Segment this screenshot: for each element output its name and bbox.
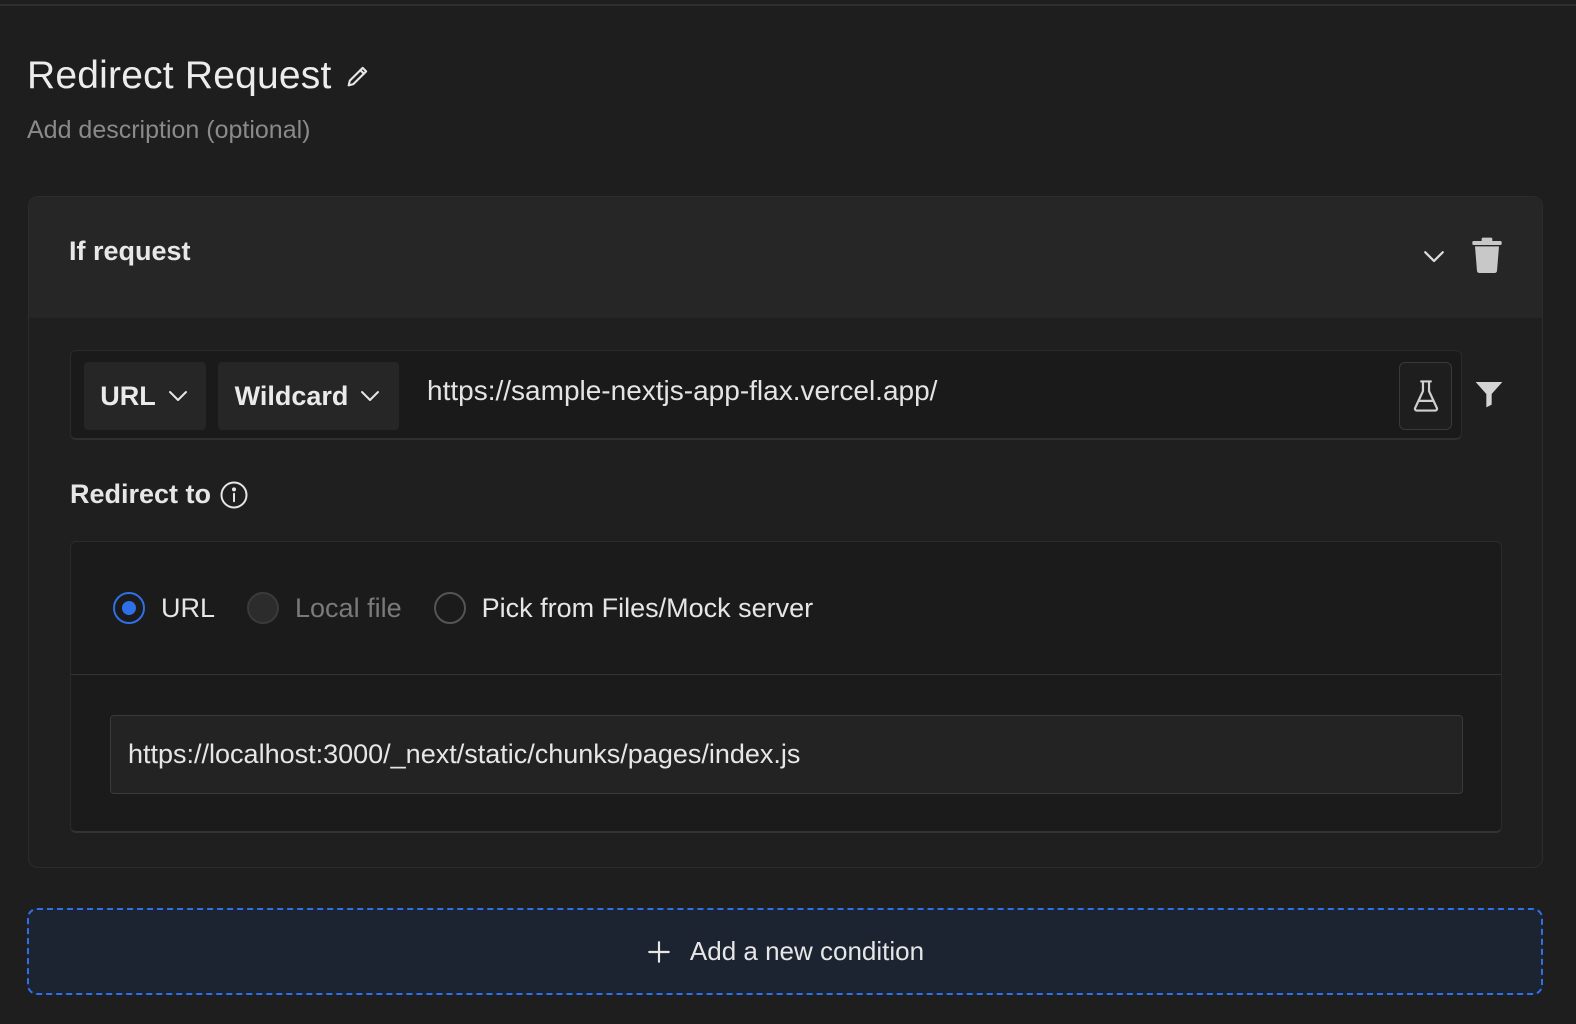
add-condition-label: Add a new condition [689, 936, 925, 966]
card-heading: If request [69, 236, 191, 266]
top-divider [0, 0, 1576, 6]
destination-type-group: URL Local file Pick from Files/Mock serv… [71, 542, 1501, 675]
plus-icon [648, 940, 670, 963]
chevron-down-icon [168, 391, 187, 401]
redirect-destination-panel: URL Local file Pick from Files/Mock serv… [70, 541, 1502, 833]
chevron-down-icon [361, 391, 380, 401]
radio-mock-server[interactable] [433, 592, 466, 624]
source-field-value: URL [100, 380, 156, 411]
redirect-to-label: Redirect to [70, 479, 249, 510]
test-rule-button[interactable] [1399, 362, 1452, 430]
radio-local-file [247, 592, 280, 624]
trash-icon[interactable] [1471, 237, 1503, 274]
operator-select[interactable]: Wildcard [218, 362, 399, 430]
radio-local-file-label: Local file [295, 592, 402, 623]
radio-url[interactable] [113, 592, 145, 624]
pencil-icon[interactable] [344, 62, 372, 90]
radio-mock-server-label: Pick from Files/Mock server [481, 592, 814, 623]
radio-mock-server-option[interactable]: Pick from Files/Mock server [433, 592, 814, 624]
match-value-input[interactable]: https://sample-nextjs-app-flax.vercel.ap… [427, 375, 937, 407]
source-condition-bar: URL Wildcard https://sample-nextjs-app-f… [70, 350, 1462, 440]
flask-icon [1413, 380, 1438, 412]
radio-url-option[interactable]: URL [113, 592, 215, 624]
operator-value: Wildcard [234, 380, 349, 411]
condition-card: If request URL Wildcard https://sample-n… [28, 196, 1543, 868]
filter-icon[interactable] [1473, 378, 1505, 410]
rule-title[interactable]: Redirect Request [27, 54, 332, 98]
rule-header: Redirect Request Add description (option… [27, 54, 372, 145]
redirect-to-text: Redirect to [70, 479, 212, 509]
chevron-down-icon[interactable] [1419, 241, 1449, 271]
destination-url-input[interactable]: https://localhost:3000/_next/static/chun… [110, 715, 1463, 794]
add-condition-button[interactable]: Add a new condition [27, 908, 1543, 995]
source-field-select[interactable]: URL [84, 362, 206, 430]
radio-url-label: URL [161, 592, 216, 623]
description-field[interactable]: Add description (optional) [27, 116, 372, 145]
card-header[interactable]: If request [29, 197, 1542, 318]
info-icon[interactable] [219, 480, 249, 510]
radio-local-file-option: Local file [247, 592, 402, 624]
